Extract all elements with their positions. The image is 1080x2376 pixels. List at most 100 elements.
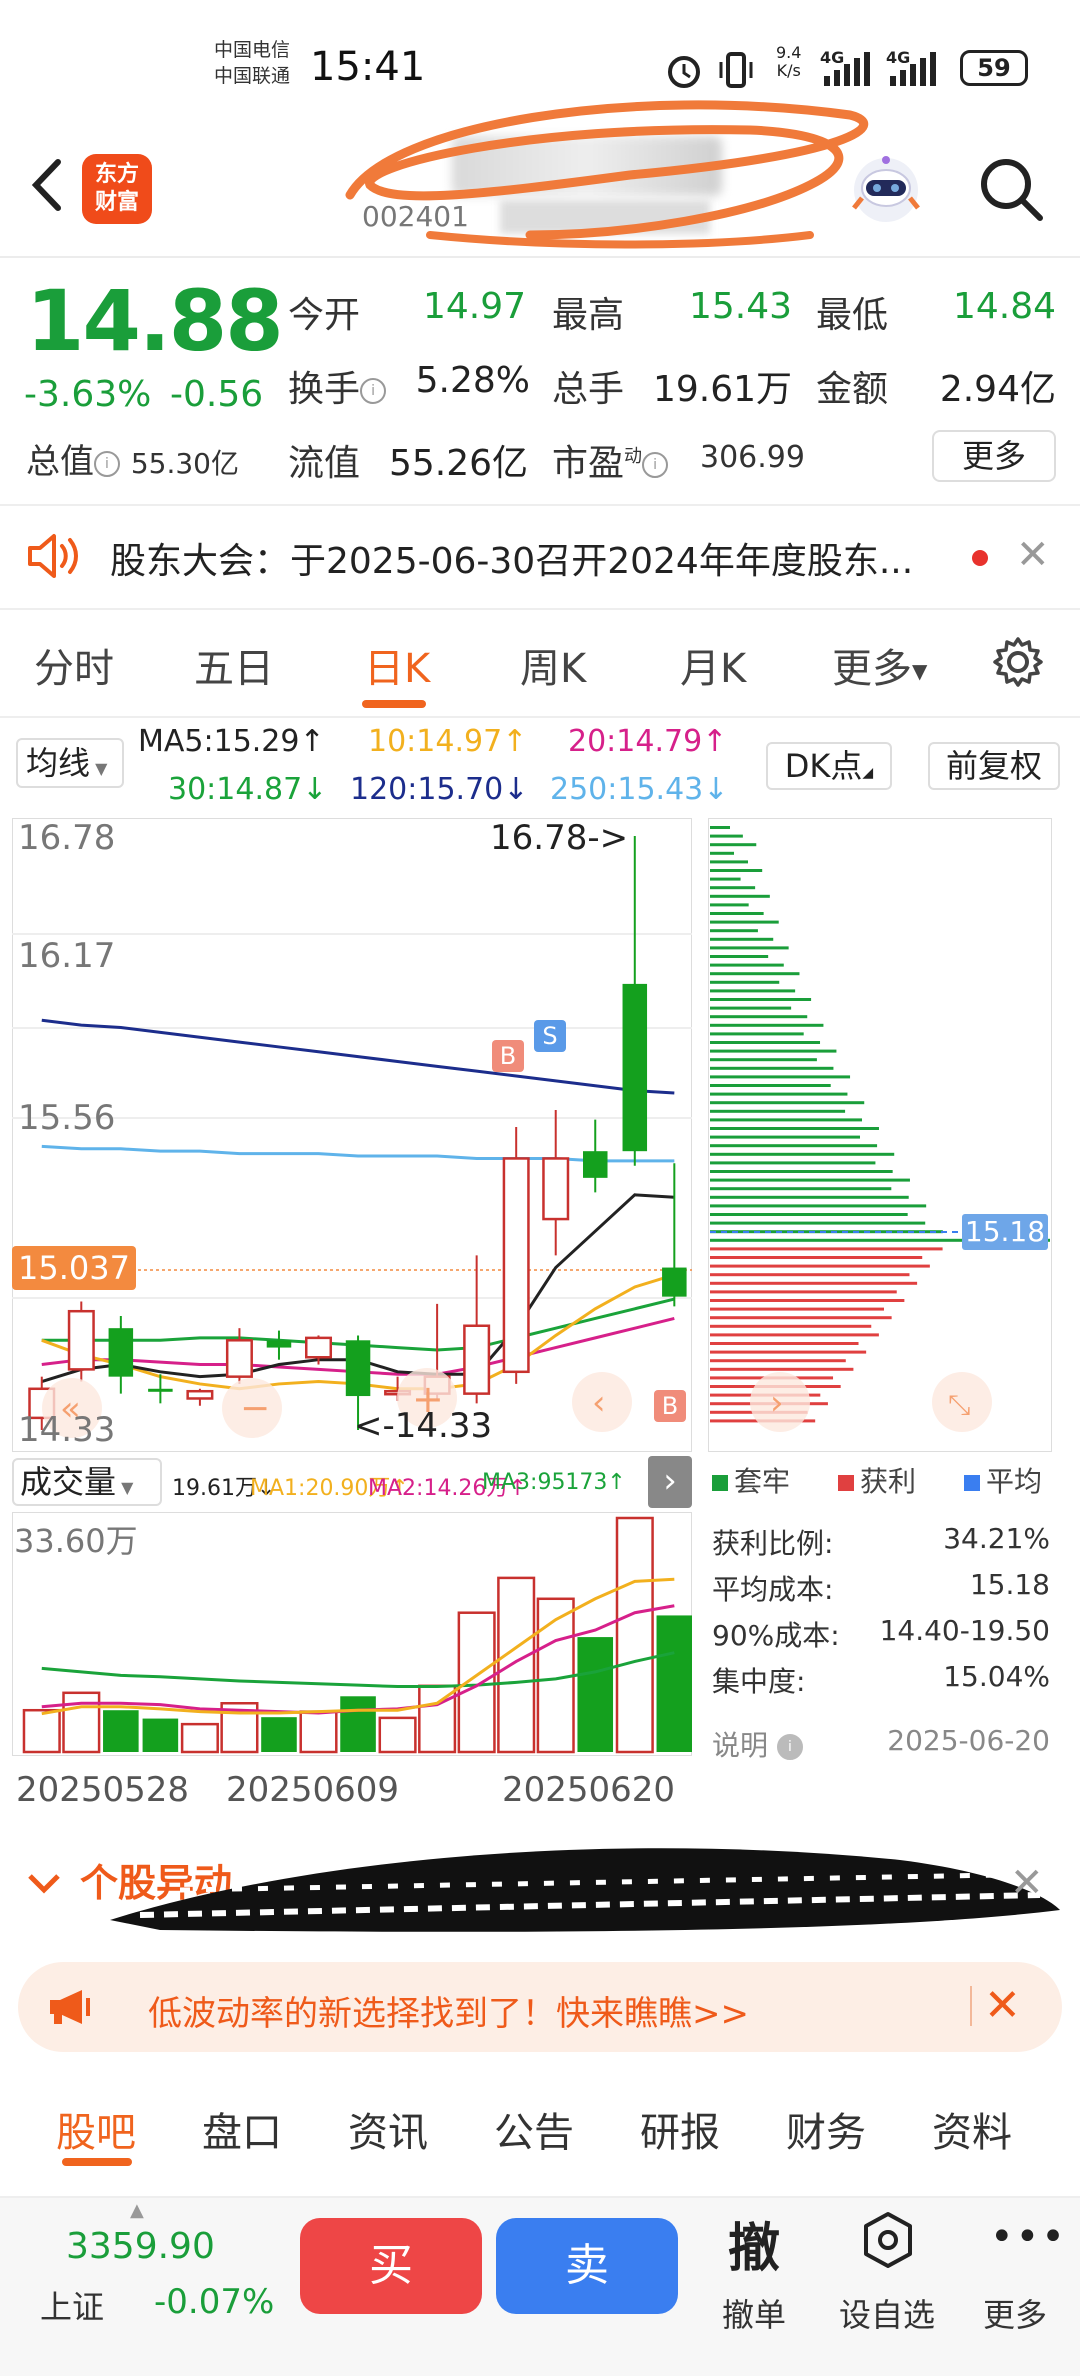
tab-guba[interactable]: 股吧 <box>56 2100 136 2158</box>
stock-move-banner-redacted[interactable]: 个股异动 ✕ <box>0 1820 1080 1940</box>
more-dots-icon[interactable]: ••• <box>990 2214 1067 2260</box>
turnover-label: 换手 i <box>288 360 387 412</box>
ma10-value: 10:14.97↑ <box>368 724 528 759</box>
info-icon[interactable]: i <box>642 452 669 478</box>
minus-icon: − <box>240 1388 270 1429</box>
low-label: 最低 <box>816 295 889 336</box>
close-icon[interactable]: ✕ <box>984 1980 1021 2031</box>
add-watchlist-icon[interactable] <box>858 2210 918 2270</box>
volume-label: 总手 <box>552 369 625 410</box>
signal-icon-2 <box>890 52 936 86</box>
redaction-scribble <box>345 100 869 249</box>
volume-value: 19.61万 <box>652 369 792 410</box>
sell-button[interactable]: 卖 <box>496 2218 678 2314</box>
chip-bar <box>710 843 757 847</box>
promo-text[interactable]: 低波动率的新选择找到了！快来瞧瞧>> <box>148 1986 749 2035</box>
avg-cost-tag: 15.18 <box>962 1214 1048 1250</box>
more-actions-label[interactable]: 更多 <box>980 2290 1050 2336</box>
buy-marker[interactable]: B <box>492 1040 524 1072</box>
volume-indicator-select[interactable]: 成交量 ▼ <box>12 1458 162 1506</box>
tab-timeshare[interactable]: 分时 <box>34 636 114 694</box>
chip-bar <box>710 972 800 976</box>
info-icon[interactable]: i <box>94 450 120 477</box>
back-icon[interactable] <box>22 150 72 220</box>
index-name[interactable]: 上证 <box>40 2282 104 2328</box>
dk-point-button[interactable]: DK点◢ <box>766 742 892 790</box>
tab-news[interactable]: 资讯 <box>348 2100 428 2158</box>
tab-pankou[interactable]: 盘口 <box>202 2100 282 2158</box>
clock: 15:41 <box>310 44 426 90</box>
tab-week-k[interactable]: 周K <box>520 636 586 694</box>
tab-day-k[interactable]: 日K <box>364 636 430 694</box>
date-label-2: 20250609 <box>226 1770 400 1810</box>
unread-dot <box>972 550 988 566</box>
tab-announcements[interactable]: 公告 <box>494 2100 574 2158</box>
volume-bar <box>497 1576 536 1754</box>
indicator-select[interactable]: 均线 ▼ <box>16 738 124 788</box>
info-icon[interactable]: i <box>360 378 387 404</box>
search-icon[interactable] <box>976 154 1046 224</box>
chip-bar <box>710 1333 879 1337</box>
chip-bar <box>710 1127 879 1130</box>
chip-distribution-chart[interactable]: › ⤡ <box>708 818 1052 1452</box>
ma120-value: 120:15.70↓ <box>350 772 529 807</box>
more-quote-button[interactable]: 更多 <box>932 430 1056 482</box>
close-icon[interactable]: ✕ <box>1016 532 1050 578</box>
chip-bar <box>710 989 796 993</box>
index-change[interactable]: -0.07% <box>154 2282 274 2322</box>
concentration-value: 15.04% <box>943 1660 1050 1693</box>
chevron-left-icon: ‹ <box>592 1383 606 1423</box>
chip-bar <box>710 1367 854 1371</box>
ma20-value: 20:14.79↑ <box>568 724 728 759</box>
tab-five-day[interactable]: 五日 <box>194 636 274 694</box>
chip-bar <box>710 869 763 872</box>
min-price-label: <-14.33 <box>354 1406 493 1446</box>
sell-marker[interactable]: S <box>534 1020 566 1052</box>
turnover-value: 5.28% <box>415 360 530 401</box>
chip-bar <box>710 1342 859 1345</box>
chip-bar <box>710 834 743 838</box>
notice-text[interactable]: 股东大会：于2025-06-30召开2024年年度股东... <box>110 532 913 584</box>
tab-more[interactable]: 更多▼ <box>832 636 927 694</box>
volume-bar <box>378 1716 417 1754</box>
chip-bar <box>710 912 764 915</box>
cost90-label: 90%成本: <box>712 1619 840 1652</box>
chip-bar <box>710 1221 926 1225</box>
adjust-price-button[interactable]: 前复权 <box>928 742 1060 790</box>
assistant-robot-icon[interactable] <box>846 150 926 230</box>
tab-month-k[interactable]: 月K <box>680 636 746 694</box>
gear-icon[interactable] <box>992 636 1044 688</box>
speaker-icon <box>28 534 78 578</box>
chip-bar <box>710 860 748 864</box>
expand-icon: ⤡ <box>948 1388 970 1421</box>
tab-profile[interactable]: 资料 <box>932 2100 1012 2158</box>
chip-bar <box>710 1290 897 1294</box>
tab-research[interactable]: 研报 <box>640 2100 720 2158</box>
vibrate-icon <box>719 52 753 88</box>
signal-icon <box>824 52 870 86</box>
y-axis-bottom: 14.33 <box>18 1410 116 1450</box>
buy-marker-latest[interactable]: B <box>654 1390 686 1422</box>
chip-bar <box>710 1144 878 1148</box>
chip-bar <box>710 1084 831 1087</box>
chip-bar <box>710 1273 910 1277</box>
tab-finance[interactable]: 财务 <box>786 2100 866 2158</box>
distribution-date: 2025-06-20 <box>887 1724 1050 1757</box>
index-value[interactable]: 3359.90 <box>66 2226 215 2267</box>
corner-icon: ◢ <box>862 765 874 781</box>
chip-bar <box>710 920 779 924</box>
cancel-order-label[interactable]: 撤单 <box>714 2290 794 2336</box>
net-speed: 9.4 K/s <box>776 43 802 80</box>
chip-bar <box>710 1170 893 1173</box>
chip-bar <box>710 1066 834 1070</box>
add-watchlist-label[interactable]: 设自选 <box>834 2290 940 2336</box>
note-link[interactable]: 说明 i <box>712 1724 803 1764</box>
expand-panel-button[interactable]: › <box>648 1456 692 1508</box>
divider <box>0 608 1080 610</box>
chip-bar <box>710 998 812 1001</box>
high-label: 最高 <box>552 295 625 336</box>
cancel-order-icon[interactable]: 撤 <box>720 2206 788 2281</box>
change-percent: -3.63% <box>24 374 152 415</box>
buy-button[interactable]: 买 <box>300 2218 482 2314</box>
volume-bar <box>142 1718 179 1752</box>
